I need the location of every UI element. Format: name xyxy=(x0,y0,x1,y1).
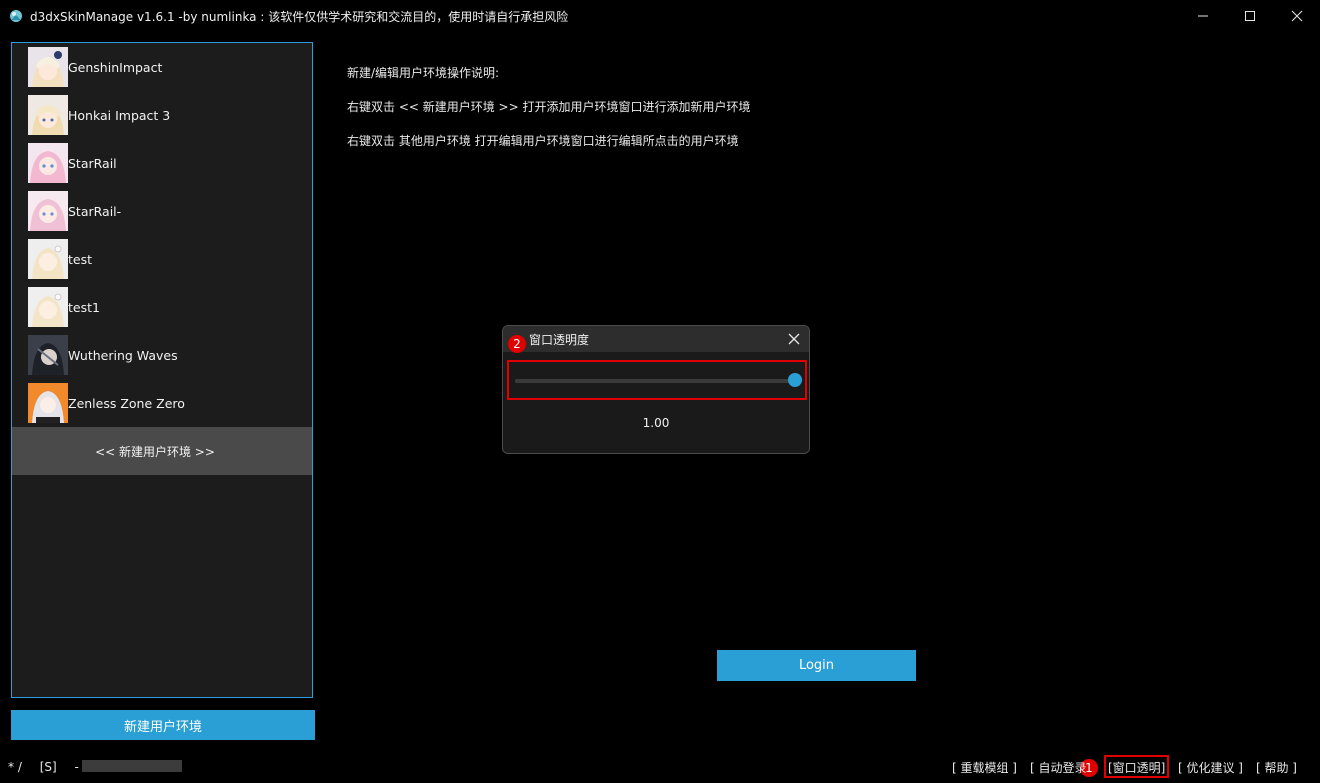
env-label: Honkai Impact 3 xyxy=(68,107,171,123)
env-label: StarRail- xyxy=(68,203,122,219)
opacity-dialog: 窗口透明度 1.00 xyxy=(502,325,810,454)
instructions-line-new: 右键双击 << 新建用户环境 >> 打开添加用户环境窗口进行添加新用户环境 xyxy=(347,100,751,114)
env-item-genshin[interactable]: GenshinImpact xyxy=(12,43,312,91)
env-label: Zenless Zone Zero xyxy=(68,395,185,411)
instructions-line-edit: 右键双击 其他用户环境 打开编辑用户环境窗口进行编辑所点击的用户环境 xyxy=(347,134,739,148)
close-button[interactable] xyxy=(1274,0,1320,32)
honkai-avatar-icon xyxy=(28,95,68,135)
opacity-slider-track[interactable] xyxy=(515,379,795,383)
env-label: test xyxy=(68,251,93,267)
env-item-test[interactable]: test xyxy=(12,235,312,283)
env-list-panel: GenshinImpact Honkai Impact 3 StarRail S… xyxy=(11,42,313,698)
test1-avatar-icon xyxy=(28,287,68,327)
starrail-avatar-icon xyxy=(28,143,68,183)
dialog-close-icon[interactable] xyxy=(785,330,803,348)
instructions: 新建/编辑用户环境操作说明: 右键双击 << 新建用户环境 >> 打开添加用户环… xyxy=(347,66,750,168)
close-icon xyxy=(1291,10,1303,22)
reload-mods-link[interactable]: [ 重载模组 ] xyxy=(952,759,1017,776)
dialog-header: 窗口透明度 xyxy=(503,326,809,352)
env-item-starrail[interactable]: StarRail xyxy=(12,139,312,187)
env-item-starrail-2[interactable]: StarRail- xyxy=(12,187,312,235)
annotation-badge-2: 2 xyxy=(508,335,526,353)
env-label: StarRail xyxy=(68,155,117,171)
status-mode: [S] xyxy=(39,760,57,774)
help-link[interactable]: [ 帮助 ] xyxy=(1256,759,1297,776)
starrail-avatar-2-icon xyxy=(28,191,68,231)
maximize-button[interactable] xyxy=(1227,0,1273,32)
minimize-icon xyxy=(1198,15,1208,17)
login-button[interactable]: Login xyxy=(717,650,916,681)
opacity-slider-fill xyxy=(515,379,795,383)
status-progress-bar xyxy=(82,760,182,772)
title-bar: d3dxSkinManage v1.6.1 -by numlinka : 该软件… xyxy=(0,0,1320,32)
env-item-test1[interactable]: test1 xyxy=(12,283,312,331)
env-item-zzz[interactable]: Zenless Zone Zero xyxy=(12,379,312,427)
auto-login-link[interactable]: [ 自动登录 xyxy=(1030,759,1087,776)
wuthering-avatar-icon xyxy=(28,335,68,375)
env-label: test1 xyxy=(68,299,100,315)
status-separator: - xyxy=(74,760,79,774)
new-env-button[interactable]: 新建用户环境 xyxy=(11,710,315,740)
test-avatar-icon xyxy=(28,239,68,279)
app-icon xyxy=(10,10,22,22)
env-label: GenshinImpact xyxy=(68,59,163,75)
zzz-avatar-icon xyxy=(28,383,68,423)
env-label: Wuthering Waves xyxy=(68,347,178,363)
window-opacity-highlight xyxy=(1104,755,1169,778)
status-path: * / xyxy=(8,760,22,774)
opacity-slider-thumb[interactable] xyxy=(788,373,802,387)
genshin-avatar-icon xyxy=(28,47,68,87)
window-title: d3dxSkinManage v1.6.1 -by numlinka : 该软件… xyxy=(30,10,569,24)
maximize-icon xyxy=(1245,11,1255,21)
opacity-slider-highlight xyxy=(507,360,807,400)
env-item-wuthering[interactable]: Wuthering Waves xyxy=(12,331,312,379)
dialog-title: 窗口透明度 xyxy=(529,333,590,347)
new-env-item[interactable]: << 新建用户环境 >> xyxy=(12,427,312,475)
instructions-heading: 新建/编辑用户环境操作说明: xyxy=(347,66,500,80)
new-env-item-label: << 新建用户环境 >> xyxy=(95,444,215,459)
opacity-value: 1.00 xyxy=(642,416,670,430)
status-left: * / [S] - xyxy=(8,760,93,774)
suggestion-link[interactable]: [ 优化建议 ] xyxy=(1178,759,1243,776)
env-item-honkai[interactable]: Honkai Impact 3 xyxy=(12,91,312,139)
minimize-button[interactable] xyxy=(1180,0,1226,32)
